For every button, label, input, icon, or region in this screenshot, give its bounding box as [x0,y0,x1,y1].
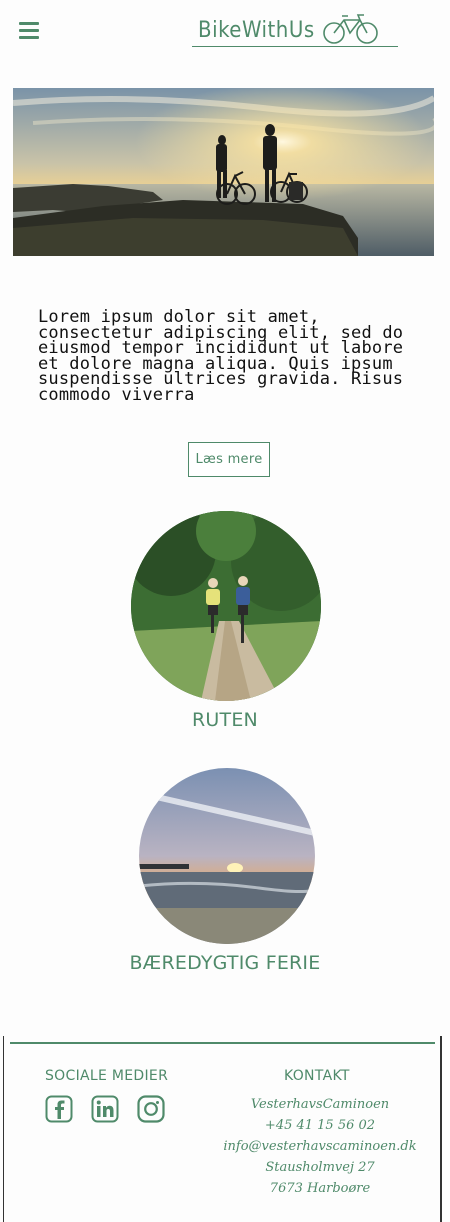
route-caption[interactable]: RUTEN [0,709,450,731]
social-media-title: SOCIALE MEDIER [45,1068,169,1084]
route-image[interactable] [131,511,321,701]
footer-right-border [440,1036,442,1222]
sustainable-holiday-caption[interactable]: BÆREDYGTIG FERIE [0,952,450,974]
hamburger-menu-icon[interactable] [19,22,39,40]
contact-email[interactable]: info@vesterhavscaminoen.dk [220,1136,420,1157]
footer-left-border [3,1036,4,1222]
logo-text: BikeWithUs [198,18,315,43]
instagram-icon[interactable] [137,1095,165,1123]
bicycle-icon [323,14,378,44]
hero-image [13,88,434,256]
site-logo[interactable]: BikeWithUs [192,8,402,50]
contact-street: Stausholmvej 27 [265,1160,375,1175]
sustainable-holiday-image[interactable] [139,768,315,944]
contact-title: KONTAKT [284,1068,350,1084]
contact-city: 7673 Harboøre [269,1181,371,1196]
footer-divider [10,1042,435,1044]
contact-info: VesterhavsCaminoen +45 41 15 56 02 info@… [220,1094,420,1199]
intro-text: Lorem ipsum dolor sit amet, consectetur … [38,307,404,405]
read-more-button[interactable]: Læs mere [188,442,270,477]
logo-underline [192,46,398,47]
contact-phone[interactable]: +45 41 15 56 02 [220,1115,420,1136]
linkedin-icon[interactable] [91,1095,119,1123]
facebook-icon[interactable] [45,1095,73,1123]
contact-name: VesterhavsCaminoen [250,1097,390,1112]
